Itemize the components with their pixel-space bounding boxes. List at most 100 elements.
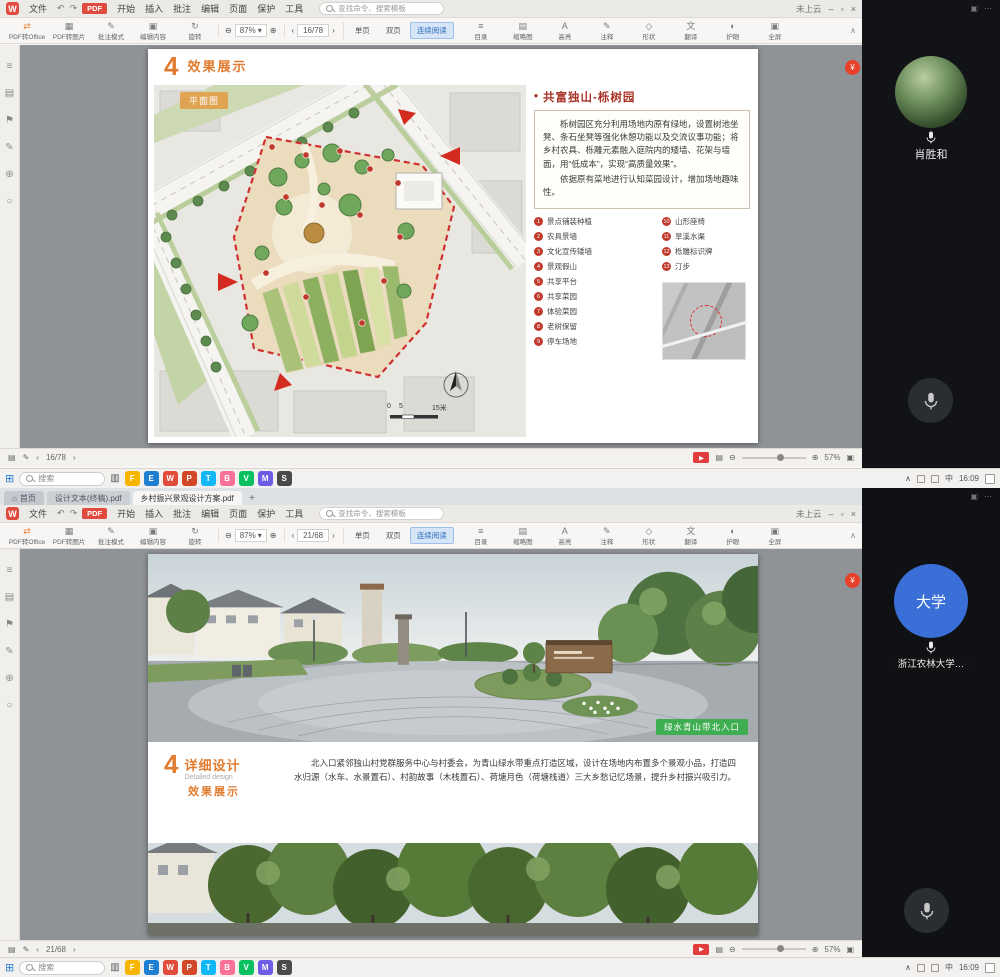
panel-more-icon[interactable]: ⋯	[984, 4, 992, 13]
side-tool-icon[interactable]: ✎	[5, 646, 13, 657]
prev-page-icon[interactable]: ‹	[36, 453, 39, 462]
task-view-icon[interactable]: ▥	[110, 962, 119, 973]
volume-icon[interactable]	[931, 475, 939, 483]
taskbar-app-icon[interactable]: S	[277, 960, 292, 975]
zoom-out-icon[interactable]: ⊖	[729, 453, 736, 462]
view-toggle[interactable]: 单页	[348, 22, 377, 39]
side-tool-icon[interactable]: ⚑	[5, 115, 14, 126]
menu-tab[interactable]: 工具	[280, 507, 308, 520]
menu-tab[interactable]: 批注	[168, 2, 196, 15]
view-mode-icon[interactable]: ▤	[715, 945, 723, 954]
zoom-out-icon[interactable]: ⊖	[729, 945, 736, 954]
ribbon-collapse-icon[interactable]: ∧	[850, 26, 856, 35]
ribbon-button[interactable]: ▣ 编辑内容	[132, 19, 174, 43]
menu-tab[interactable]: 开始	[112, 507, 140, 520]
taskbar-app-icon[interactable]: P	[182, 960, 197, 975]
next-page-icon[interactable]: ›	[73, 453, 76, 462]
ribbon-button[interactable]: ✎ 批注模式	[90, 19, 132, 43]
taskbar-search[interactable]: 搜索	[19, 472, 105, 486]
redo-icon[interactable]: ↷	[70, 3, 78, 14]
minimize-button[interactable]: –	[829, 4, 834, 14]
ribbon-button[interactable]: ↻ 旋转	[174, 19, 216, 43]
document-tab[interactable]: 乡村振兴景观设计方案.pdf	[133, 491, 242, 505]
panel-more-icon[interactable]: ⋯	[984, 492, 992, 501]
document-tab[interactable]: 设计文本(终稿).pdf	[47, 491, 130, 505]
view-toggle[interactable]: 双页	[379, 527, 408, 544]
ribbon-button[interactable]: ◐ 护眼	[712, 524, 754, 548]
zoom-select[interactable]: 87%▾	[235, 24, 267, 37]
ribbon-button[interactable]: ▣ 全屏	[754, 19, 796, 43]
ribbon-button[interactable]: ▣ 编辑内容	[132, 524, 174, 548]
view-toggle[interactable]: 连续阅读	[410, 527, 454, 544]
ribbon-button[interactable]: 文 翻译	[670, 19, 712, 43]
ribbon-button[interactable]: ⇄ PDF转Office	[6, 19, 48, 43]
ribbon-button[interactable]: 文 翻译	[670, 524, 712, 548]
page-indicator[interactable]: 21/68	[297, 529, 329, 542]
ribbon-button[interactable]: ✎ 注释	[586, 524, 628, 548]
ribbon-button[interactable]: ≡ 目录	[460, 524, 502, 548]
side-tool-icon[interactable]: ▤	[5, 88, 14, 99]
network-icon[interactable]	[917, 475, 925, 483]
menu-tab[interactable]: 编辑	[196, 507, 224, 520]
view-mode-icon[interactable]: ▤	[715, 453, 723, 462]
ribbon-button[interactable]: ▦ PDF转图片	[48, 19, 90, 43]
ribbon-button[interactable]: ▤ 缩略图	[502, 19, 544, 43]
menu-tab[interactable]: 工具	[280, 2, 308, 15]
taskbar-app-icon[interactable]: T	[201, 471, 216, 486]
side-tool-icon[interactable]: ○	[6, 700, 12, 711]
side-tool-icon[interactable]: ▤	[5, 592, 14, 603]
taskbar-app-icon[interactable]: W	[163, 471, 178, 486]
undo-icon[interactable]: ↶	[57, 3, 65, 14]
restore-button[interactable]: ▫	[841, 509, 844, 519]
ribbon-button[interactable]: ◐ 护眼	[712, 19, 754, 43]
task-view-icon[interactable]: ▥	[110, 473, 119, 484]
taskbar-app-icon[interactable]: P	[182, 471, 197, 486]
wps-promo-badge[interactable]: ¥	[845, 60, 860, 75]
ribbon-button[interactable]: ▦ PDF转图片	[48, 524, 90, 548]
close-button[interactable]: ×	[851, 4, 856, 14]
view-toggle[interactable]: 单页	[348, 527, 377, 544]
zoom-slider[interactable]	[742, 457, 806, 459]
ime-indicator[interactable]: 中	[945, 473, 953, 484]
taskbar-app-icon[interactable]: B	[220, 960, 235, 975]
taskbar-app-icon[interactable]: V	[239, 471, 254, 486]
ribbon-button[interactable]: A 高亮	[544, 19, 586, 43]
menu-tab[interactable]: 页面	[224, 2, 252, 15]
taskbar-app-icon[interactable]: T	[201, 960, 216, 975]
taskbar-app-icon[interactable]: S	[277, 471, 292, 486]
panel-expand-icon[interactable]: ▣	[970, 492, 978, 501]
command-search[interactable]: 查找命令、搜索模板	[319, 2, 444, 15]
taskbar-app-icon[interactable]: F	[125, 960, 140, 975]
zoom-in-icon[interactable]: ⊕	[812, 945, 819, 954]
wps-promo-badge[interactable]: ¥	[845, 573, 860, 588]
view-toggle[interactable]: 双页	[379, 22, 408, 39]
ribbon-button[interactable]: ↻ 旋转	[174, 524, 216, 548]
zoom-in-icon[interactable]: ⊕	[270, 26, 277, 35]
taskbar-app-icon[interactable]: E	[144, 471, 159, 486]
close-button[interactable]: ×	[851, 509, 856, 519]
prev-page-icon[interactable]: ‹	[291, 26, 294, 35]
status-note-icon[interactable]: ✎	[23, 453, 30, 462]
undo-icon[interactable]: ↶	[57, 508, 65, 519]
menu-tab[interactable]: 保护	[252, 507, 280, 520]
start-button[interactable]: ⊞	[5, 472, 14, 485]
status-thumbnail-icon[interactable]: ▤	[8, 453, 16, 462]
menu-tab[interactable]: 插入	[140, 507, 168, 520]
taskbar-app-icon[interactable]: W	[163, 960, 178, 975]
ribbon-button[interactable]: ⇄ PDF转Office	[6, 524, 48, 548]
zoom-slider[interactable]	[742, 948, 806, 950]
zoom-select[interactable]: 87%▾	[235, 529, 267, 542]
page-indicator[interactable]: 16/78	[297, 24, 329, 37]
taskbar-app-icon[interactable]: B	[220, 471, 235, 486]
zoom-in-icon[interactable]: ⊕	[270, 531, 277, 540]
side-tool-icon[interactable]: ✎	[5, 142, 13, 153]
file-menu[interactable]: 文件	[24, 2, 52, 15]
start-button[interactable]: ⊞	[5, 961, 14, 974]
taskbar-app-icon[interactable]: F	[125, 471, 140, 486]
status-note-icon[interactable]: ✎	[23, 945, 30, 954]
side-tool-icon[interactable]: ○	[6, 196, 12, 207]
ribbon-button[interactable]: ▣ 全屏	[754, 524, 796, 548]
zoom-in-icon[interactable]: ⊕	[812, 453, 819, 462]
taskbar-app-icon[interactable]: M	[258, 471, 273, 486]
fullscreen-icon[interactable]: ▣	[846, 453, 854, 462]
